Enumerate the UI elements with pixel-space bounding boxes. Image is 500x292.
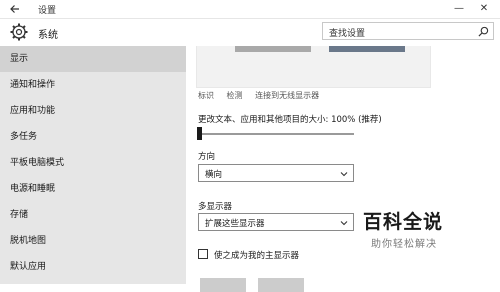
identify-link[interactable]: 标识 xyxy=(198,91,214,100)
sidebar-item-display[interactable]: 显示 xyxy=(0,46,186,72)
cancel-button[interactable] xyxy=(258,278,304,292)
title-bar: 设置 — ✕ xyxy=(0,0,500,19)
chevron-down-icon xyxy=(340,172,348,177)
display-links: 标识 检测 连接到无线显示器 xyxy=(198,90,329,101)
apply-button[interactable] xyxy=(200,278,246,292)
orientation-dropdown[interactable]: 横向 xyxy=(198,164,354,182)
sidebar-item-power-sleep[interactable]: 电源和睡眠 xyxy=(0,176,186,202)
sidebar-item-notifications[interactable]: 通知和操作 xyxy=(0,72,186,98)
sidebar-item-offline-maps[interactable]: 脱机地图 xyxy=(0,228,186,254)
monitor-1-preview[interactable] xyxy=(235,46,311,52)
main-display-checkbox-label[interactable]: 使之成为我的主显示器 xyxy=(214,249,299,261)
multi-display-label: 多显示器 xyxy=(198,202,233,212)
search-placeholder: 查找设置 xyxy=(329,29,366,39)
scale-slider-thumb[interactable] xyxy=(197,127,202,140)
sidebar-item-multitasking[interactable]: 多任务 xyxy=(0,124,186,150)
orientation-value: 横向 xyxy=(205,170,223,180)
sidebar-item-storage[interactable]: 存储 xyxy=(0,202,186,228)
main-display-checkbox[interactable] xyxy=(198,249,208,259)
watermark-subtitle: 助你轻松解决 xyxy=(371,239,437,250)
sidebar: 显示 通知和操作 应用和功能 多任务 平板电脑模式 电源和睡眠 存储 脱机地图 … xyxy=(0,46,186,284)
close-button[interactable]: ✕ xyxy=(477,2,491,16)
multi-display-dropdown[interactable]: 扩展这些显示器 xyxy=(198,213,354,231)
multi-display-value: 扩展这些显示器 xyxy=(205,219,265,229)
window-title: 设置 xyxy=(38,6,57,16)
monitor-2-preview[interactable] xyxy=(329,46,405,52)
scale-label: 更改文本、应用和其他项目的大小: 100% (推荐) xyxy=(198,115,382,125)
display-preview xyxy=(196,46,431,88)
scale-slider-track[interactable] xyxy=(200,133,354,135)
back-arrow-icon[interactable] xyxy=(8,2,22,16)
connect-wireless-display-link[interactable]: 连接到无线显示器 xyxy=(255,91,319,100)
orientation-label: 方向 xyxy=(198,152,216,162)
minimize-button[interactable]: — xyxy=(452,2,466,16)
sidebar-item-default-apps[interactable]: 默认应用 xyxy=(0,254,186,280)
watermark: 百科全说 助你轻松解决 xyxy=(345,205,465,255)
gear-icon xyxy=(10,23,28,41)
watermark-title: 百科全说 xyxy=(363,211,444,233)
search-icon[interactable] xyxy=(478,26,489,37)
sidebar-item-tablet-mode[interactable]: 平板电脑模式 xyxy=(0,150,186,176)
page-title: 系统 xyxy=(38,30,58,41)
search-input[interactable]: 查找设置 xyxy=(322,22,494,40)
sidebar-item-apps[interactable]: 应用和功能 xyxy=(0,98,186,124)
detect-link[interactable]: 检测 xyxy=(227,91,243,100)
